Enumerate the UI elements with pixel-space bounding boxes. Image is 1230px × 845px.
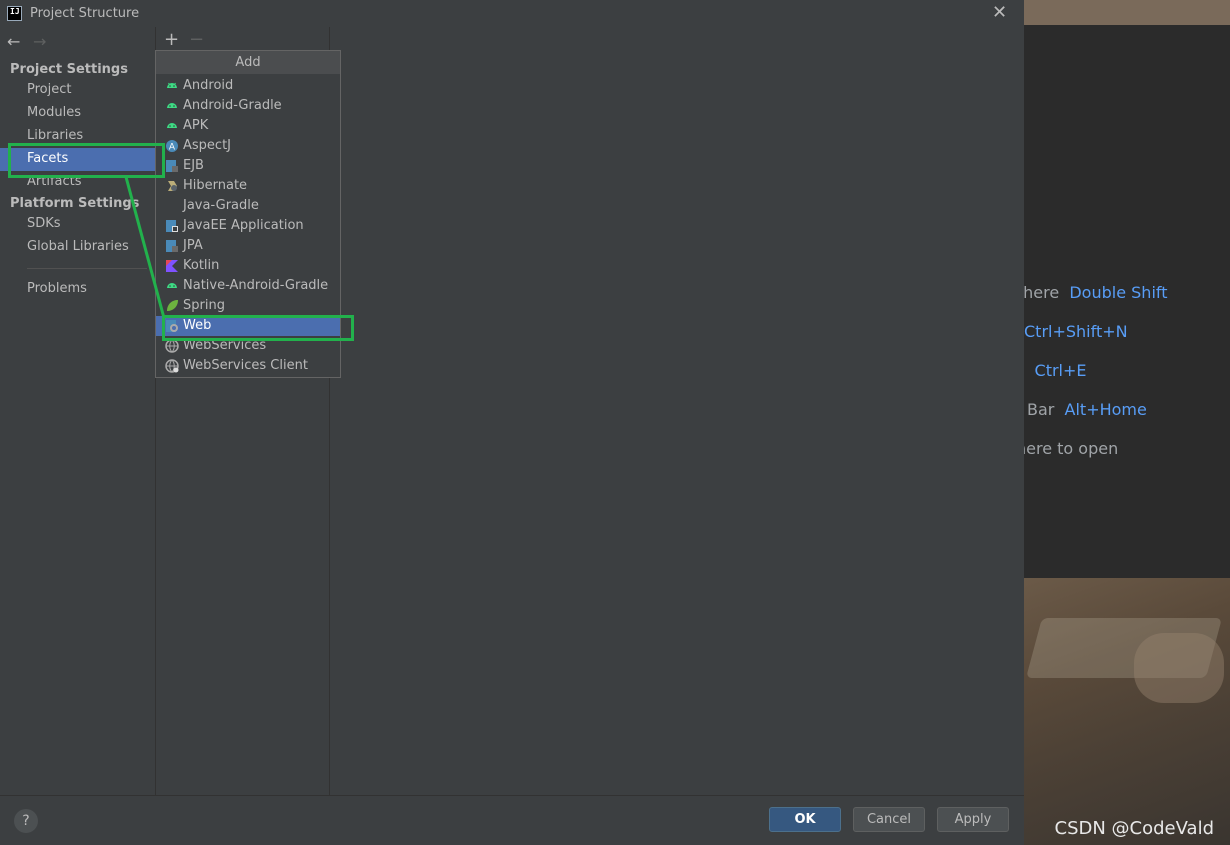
project-structure-dialog: IJ Project Structure ✕ ← → Project Setti… bbox=[0, 0, 1024, 845]
highlight-connector-line bbox=[124, 176, 166, 319]
background-titlebar bbox=[1024, 0, 1230, 25]
background-photo bbox=[1024, 578, 1230, 845]
watermark: CSDN @CodeVald bbox=[1054, 818, 1215, 839]
shortcut-hint-nav-bar: Bar Alt+Home bbox=[1027, 400, 1147, 419]
shortcut-hint-drop-files: here to open bbox=[1024, 439, 1119, 458]
shortcut-hint-recent-files: s Ctrl+E bbox=[1024, 361, 1087, 380]
background-ide-window: rywhere Double Shift Ctrl+Shift+N s Ctrl… bbox=[1024, 0, 1230, 845]
shortcut-hint-goto-file: Ctrl+Shift+N bbox=[1024, 322, 1128, 341]
shortcut-hint-search: rywhere Double Shift bbox=[1024, 283, 1168, 302]
